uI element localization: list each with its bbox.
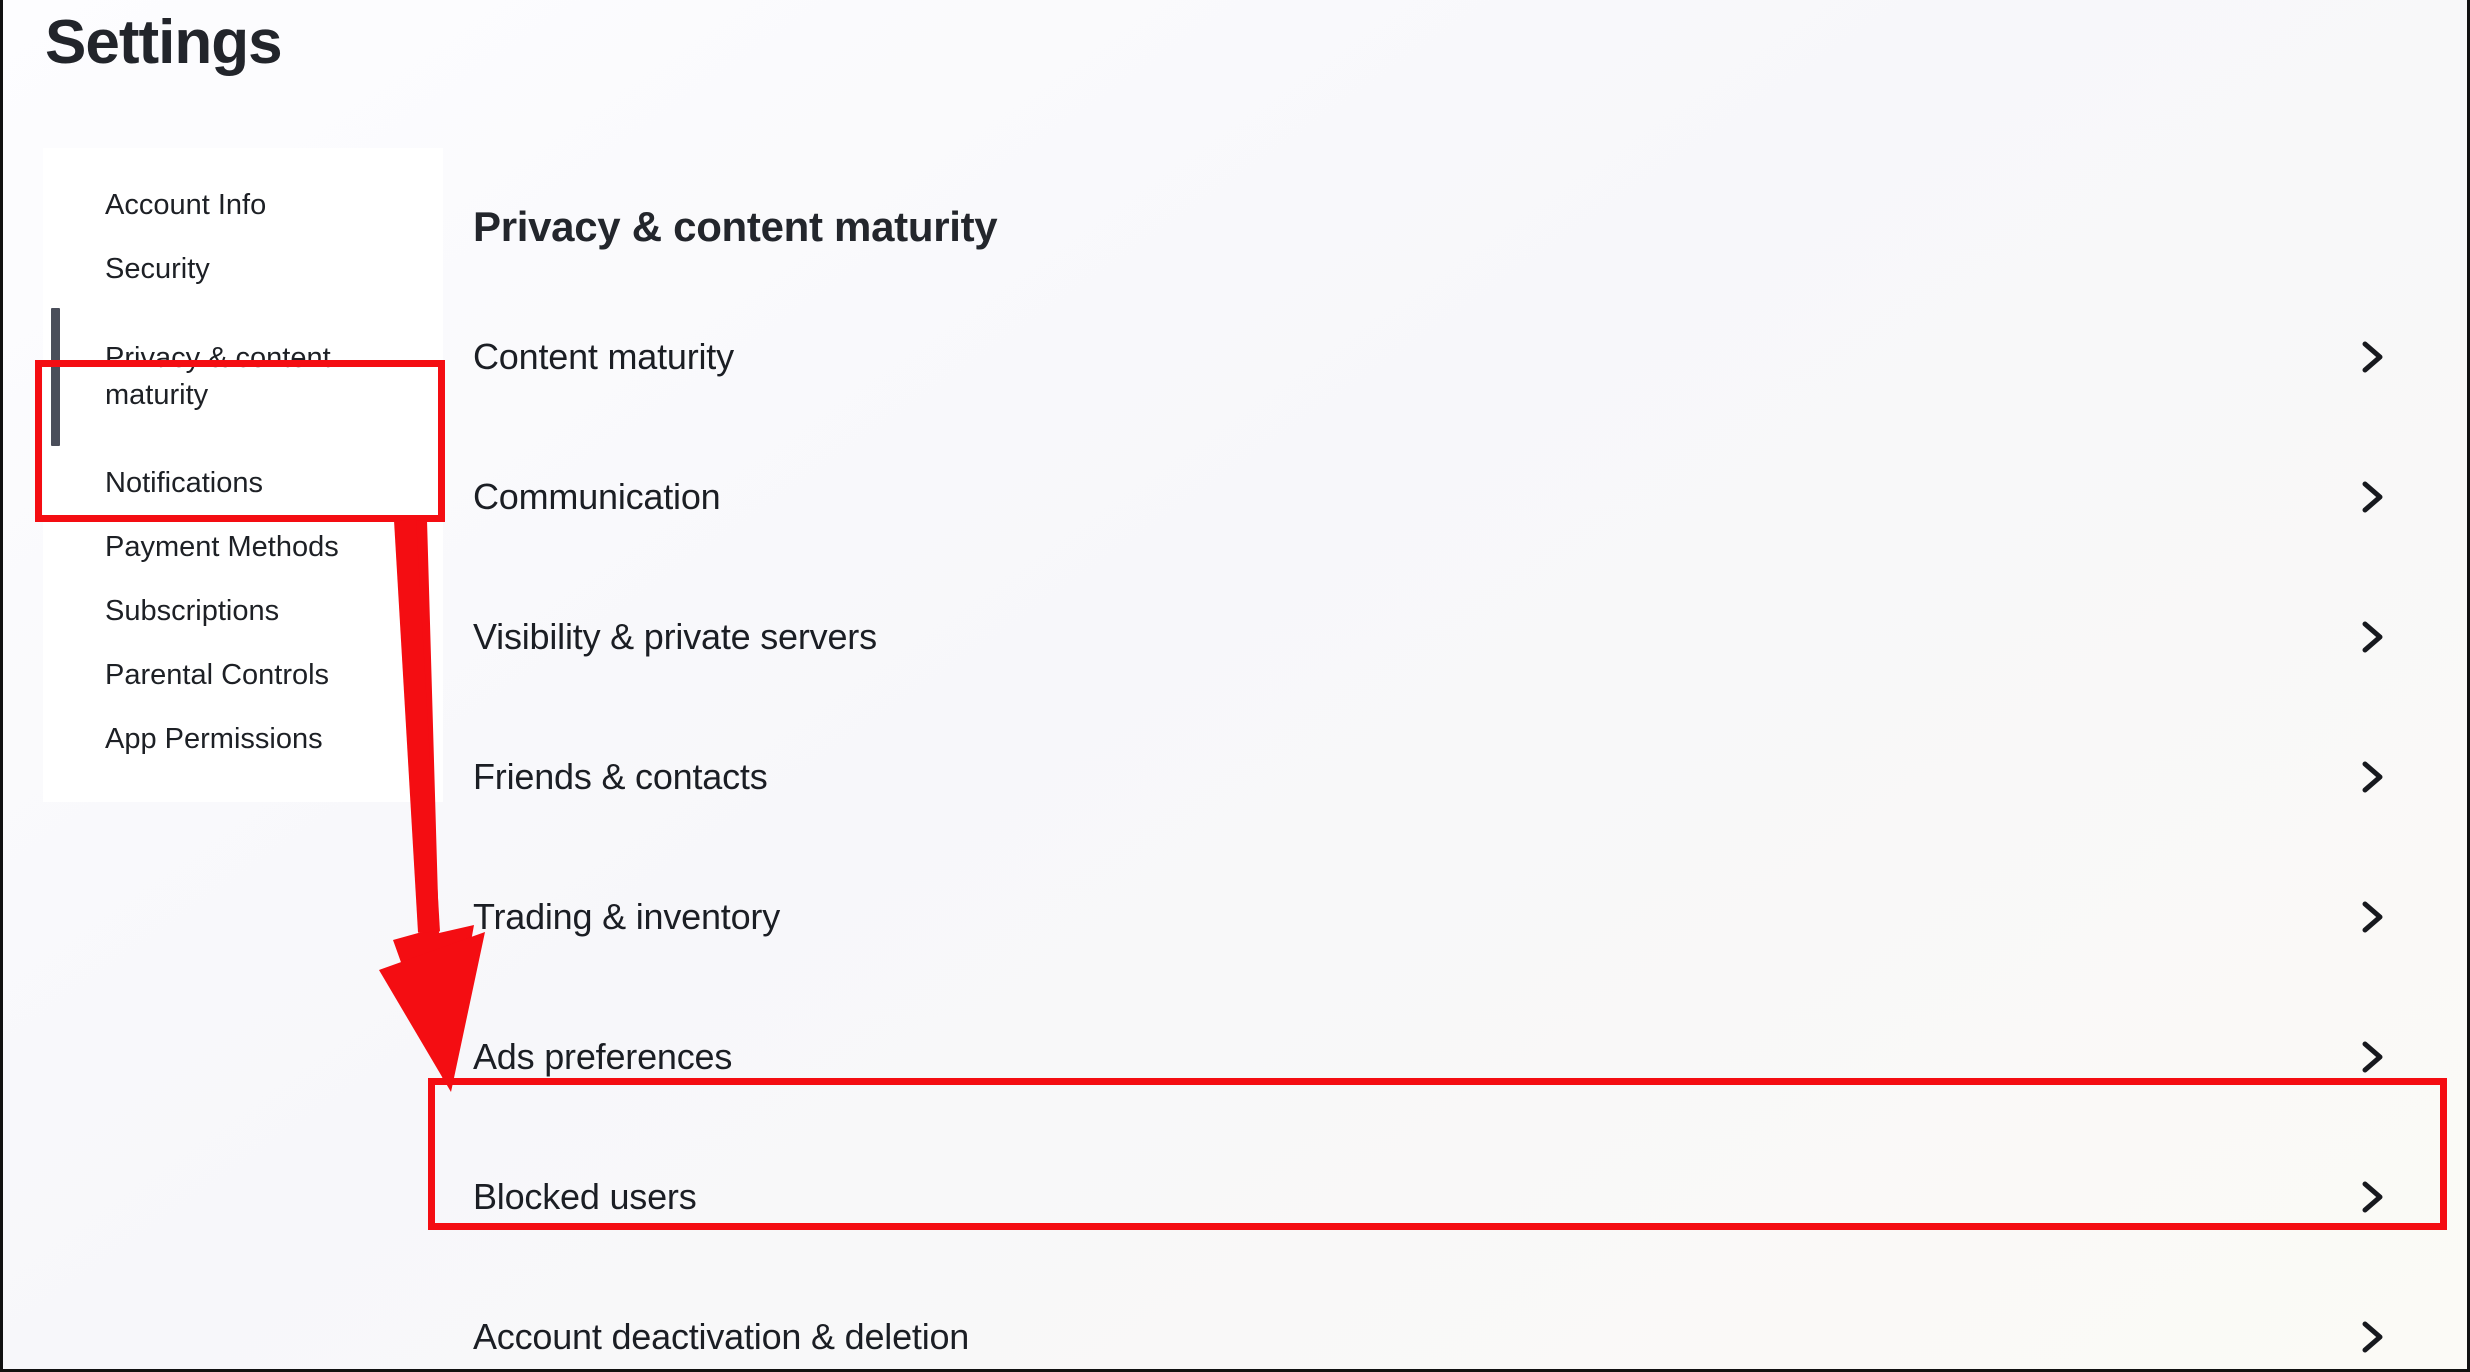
sidebar-item-notifications[interactable]: Notifications	[43, 452, 443, 516]
row-label: Communication	[473, 475, 721, 517]
settings-main-panel: Privacy & content maturity Content matur…	[443, 148, 2467, 1369]
sidebar-item-label: Notifications	[105, 467, 263, 500]
chevron-right-icon[interactable]	[2355, 480, 2389, 514]
sidebar-item-payment-methods[interactable]: Payment Methods	[43, 516, 443, 580]
sidebar-item-label: Privacy & content maturity	[105, 341, 331, 411]
settings-row-visibility-private-servers[interactable]: Visibility & private servers	[443, 567, 2467, 707]
chevron-right-icon[interactable]	[2355, 900, 2389, 934]
row-label: Blocked users	[473, 1175, 697, 1217]
sidebar-item-label: Security	[105, 253, 210, 286]
chevron-right-icon[interactable]	[2355, 1040, 2389, 1074]
row-label: Visibility & private servers	[473, 615, 877, 657]
sidebar-item-subscriptions[interactable]: Subscriptions	[43, 580, 443, 644]
sidebar-item-security[interactable]: Security	[43, 238, 443, 302]
sidebar-item-label: Account Info	[105, 189, 267, 222]
sidebar-item-privacy-content-maturity[interactable]: Privacy & content maturity	[43, 302, 443, 452]
row-label: Account deactivation & deletion	[473, 1315, 970, 1357]
row-label: Friends & contacts	[473, 755, 768, 797]
settings-screen: Settings Account Info Security Privacy &…	[0, 0, 2470, 1372]
sidebar-item-label: App Permissions	[105, 723, 323, 756]
sidebar-item-parental-controls[interactable]: Parental Controls	[43, 644, 443, 708]
sidebar-item-app-permissions[interactable]: App Permissions	[43, 708, 443, 772]
sidebar-item-label: Subscriptions	[105, 595, 280, 628]
page-title: Settings	[45, 8, 283, 77]
settings-row-blocked-users[interactable]: Blocked users	[443, 1127, 2467, 1267]
sidebar-item-label: Payment Methods	[105, 531, 339, 564]
settings-row-trading-inventory[interactable]: Trading & inventory	[443, 847, 2467, 987]
section-heading: Privacy & content maturity	[473, 202, 998, 250]
sidebar-item-label: Parental Controls	[105, 659, 330, 692]
chevron-right-icon[interactable]	[2355, 1320, 2389, 1354]
settings-row-ads-preferences[interactable]: Ads preferences	[443, 987, 2467, 1127]
row-label: Content maturity	[473, 335, 734, 377]
settings-row-account-deactivation-deletion[interactable]: Account deactivation & deletion	[443, 1267, 2467, 1369]
settings-row-content-maturity[interactable]: Content maturity	[443, 287, 2467, 427]
chevron-right-icon[interactable]	[2355, 340, 2389, 374]
settings-row-list: Content maturity Communication Visibilit…	[443, 287, 2467, 1369]
chevron-right-icon[interactable]	[2355, 620, 2389, 654]
row-label: Trading & inventory	[473, 895, 781, 937]
settings-sidebar: Account Info Security Privacy & content …	[43, 148, 443, 802]
chevron-right-icon[interactable]	[2355, 1180, 2389, 1214]
settings-row-friends-contacts[interactable]: Friends & contacts	[443, 707, 2467, 847]
settings-row-communication[interactable]: Communication	[443, 427, 2467, 567]
row-label: Ads preferences	[473, 1035, 733, 1077]
sidebar-item-account-info[interactable]: Account Info	[43, 174, 443, 238]
chevron-right-icon[interactable]	[2355, 760, 2389, 794]
